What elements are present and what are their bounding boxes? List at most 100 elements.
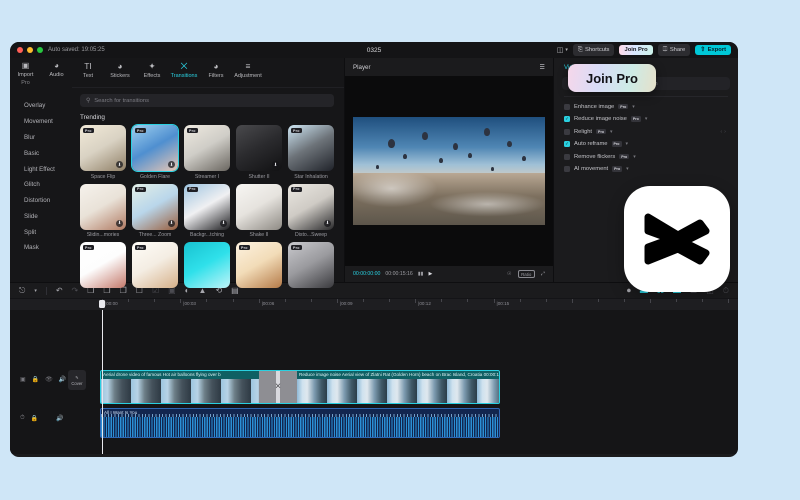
volume-icon[interactable]: 🔊	[56, 415, 63, 422]
sidebar-item-split[interactable]: Split	[10, 224, 72, 240]
sidebar-item-blur[interactable]: Blur	[10, 130, 72, 146]
inspector-option-row[interactable]: ✓ Auto reframe Pro ▾	[554, 135, 738, 147]
inspector-option-row[interactable]: ✓ Enhance imagePro▾	[554, 97, 738, 110]
download-icon[interactable]: ⬇	[220, 219, 227, 227]
transition-thumbnail[interactable]: Pro	[236, 242, 282, 288]
download-icon[interactable]: ⬇	[168, 219, 175, 227]
transition-thumbnail[interactable]	[236, 183, 282, 230]
transition-thumbnail[interactable]: Pro	[288, 125, 334, 171]
transition-item[interactable]: Pro	[80, 242, 126, 291]
inspector-option-row[interactable]: ✓ Reduce image noise Pro ▾	[554, 110, 738, 122]
tab-text[interactable]: TI Text	[72, 58, 104, 80]
tab-adjustment[interactable]: ≡ Adjustment	[232, 58, 264, 80]
checkbox-icon[interactable]: ✓	[564, 141, 570, 147]
video-clip-1[interactable]: Aerial drone video of famous Hot air bal…	[101, 371, 283, 403]
join-pro-popup[interactable]: Join Pro	[568, 64, 656, 92]
cover-button[interactable]: ✎ Cover	[68, 370, 86, 390]
inspector-option-row[interactable]: ✓ AI movementPro▾	[554, 160, 738, 172]
search-input[interactable]: ⚲ Search for transitions	[80, 94, 334, 107]
snapshot-icon[interactable]: ☉	[507, 271, 512, 277]
chevron-down-icon[interactable]: ▾	[645, 116, 648, 122]
transition-item[interactable]: ⬇ Shutter II	[236, 125, 282, 180]
transition-item[interactable]	[184, 242, 230, 291]
transition-thumbnail[interactable]: Pro ⬇	[184, 183, 230, 230]
lock-icon[interactable]: 🔒	[31, 415, 38, 422]
tab-filters[interactable]: ◕ Filters	[200, 58, 232, 80]
lock-icon[interactable]: 🔒	[32, 376, 39, 383]
transition-thumbnail[interactable]: Pro	[288, 242, 334, 288]
playhead-knob[interactable]	[99, 300, 105, 308]
transition-thumbnail[interactable]: Pro ⬇	[80, 125, 126, 171]
mic-record-icon[interactable]: ⏺	[627, 286, 631, 296]
download-icon[interactable]: ⬇	[324, 219, 331, 227]
eye-icon[interactable]: 👁	[45, 376, 53, 383]
transition-item[interactable]: Pro	[236, 242, 282, 291]
timeline-ruler[interactable]: |00:00 |00:03 |00:06 |00:09 |00:12 |00:15	[10, 298, 738, 310]
inspector-option-row[interactable]: ✓ RelightPro▾ ‹›	[554, 122, 738, 135]
fullscreen-icon[interactable]: ⤢	[541, 271, 545, 278]
transition-thumbnail[interactable]: Pro	[184, 125, 230, 171]
transition-item[interactable]: Pro ⬇ Disto...Sweep	[288, 183, 334, 238]
transition-item[interactable]: Pro Streamer I	[184, 125, 230, 180]
transition-thumbnail[interactable]	[184, 242, 230, 288]
chevron-down-icon[interactable]: ▾	[633, 154, 636, 160]
maximize-icon[interactable]	[37, 47, 43, 53]
undo-icon[interactable]: ↶	[56, 286, 63, 295]
shortcuts-button[interactable]: ⎘ Shortcuts	[572, 44, 615, 56]
chevron-down-icon[interactable]: ▾	[626, 141, 629, 147]
join-pro-button[interactable]: Join Pro	[619, 44, 653, 56]
sidebar-item-audio[interactable]: ◕ Audio	[41, 58, 72, 92]
sidebar-item-slide[interactable]: Slide	[10, 208, 72, 224]
transition-thumbnail[interactable]: Pro ⬇	[288, 183, 334, 230]
tab-effects[interactable]: ✦ Effects	[136, 58, 168, 80]
hamburger-icon[interactable]: ☰	[539, 64, 545, 71]
close-icon[interactable]	[17, 47, 23, 53]
transition-item[interactable]: Pro Star Inhalation	[288, 125, 334, 180]
checkbox-icon[interactable]: ✓	[564, 116, 570, 122]
grid-layout-icon[interactable]: ◫ ▾	[557, 46, 568, 54]
prev-frame-icon[interactable]: ▮▮	[418, 271, 424, 277]
transition-item[interactable]: Pro ⬇ Golden Flare	[131, 124, 179, 180]
sidebar-item-distortion[interactable]: Distortion	[10, 193, 72, 209]
checkbox-icon[interactable]: ✓	[564, 128, 570, 135]
option-nav-arrows[interactable]: ‹›	[720, 129, 728, 135]
sidebar-item-glitch[interactable]: Glitch	[10, 177, 72, 193]
transition-item[interactable]: Pro ⬇ Space Flip	[80, 125, 126, 180]
sidebar-item-import[interactable]: ▣ Import Pro	[10, 58, 41, 92]
transition-item[interactable]: Pro	[288, 242, 334, 291]
video-track[interactable]: Aerial drone video of famous Hot air bal…	[100, 370, 500, 404]
audio-track[interactable]: All I Want Is You	[100, 408, 500, 438]
transition-thumbnail[interactable]: Pro	[80, 242, 126, 288]
transition-item[interactable]: Pro ⬇ Backgr...tching	[184, 183, 230, 238]
play-icon[interactable]: ▶	[429, 271, 433, 277]
chevron-down-icon[interactable]: ▾	[34, 288, 37, 294]
transition-item[interactable]: Pro	[132, 242, 178, 291]
playhead[interactable]	[102, 310, 103, 454]
select-tool-icon[interactable]: ⎋	[19, 286, 25, 296]
transition-thumbnail[interactable]: ⬇	[236, 125, 282, 171]
sidebar-item-overlay[interactable]: Overlay	[10, 98, 72, 114]
video-clip-2[interactable]: Reduce image noise Aerial view of Zlatni…	[297, 371, 499, 403]
sidebar-item-mask[interactable]: Mask	[10, 240, 72, 256]
chevron-down-icon[interactable]: ▾	[626, 166, 629, 172]
ratio-button[interactable]: Ratio	[517, 270, 535, 278]
transition-thumbnail[interactable]: Pro ⬇	[131, 124, 179, 172]
chevron-down-icon[interactable]: ▾	[610, 129, 613, 135]
share-button[interactable]: ⎅ Share	[657, 44, 691, 56]
window-controls[interactable]	[10, 47, 43, 53]
sidebar-item-light-effect[interactable]: Light Effect	[10, 161, 72, 177]
checkbox-icon[interactable]: ✓	[564, 103, 570, 110]
tab-stickers[interactable]: ◕ Stickers	[104, 58, 136, 80]
volume-icon[interactable]: 🔊	[59, 376, 66, 383]
transition-item[interactable]: ⬇ Slidin...mories	[80, 183, 126, 238]
clock-icon[interactable]: ⏱	[20, 415, 25, 422]
player-stage[interactable]	[345, 76, 553, 266]
transition-marker[interactable]: ⨉	[259, 371, 297, 403]
transition-thumbnail[interactable]: Pro	[132, 242, 178, 288]
video-track-icon[interactable]: ▣	[20, 376, 26, 383]
sidebar-item-basic[interactable]: Basic	[10, 145, 72, 161]
download-icon[interactable]: ⬇	[272, 161, 279, 168]
checkbox-icon[interactable]: ✓	[564, 153, 570, 160]
tab-transitions[interactable]: ⨉ Transitions	[168, 58, 200, 80]
minimize-icon[interactable]	[27, 47, 33, 53]
